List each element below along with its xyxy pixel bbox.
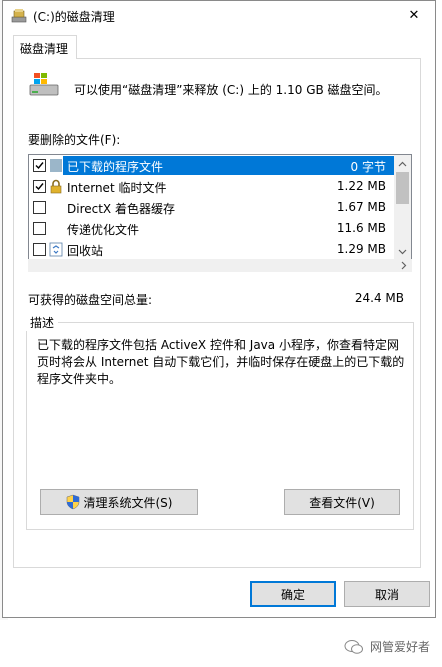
chevron-down-icon	[398, 249, 407, 254]
checkbox[interactable]	[33, 222, 46, 235]
close-icon: ✕	[408, 7, 420, 23]
total-space-value: 24.4 MB	[354, 291, 404, 305]
cancel-button[interactable]: 取消	[344, 581, 430, 607]
wechat-icon	[344, 639, 364, 655]
file-name: 传递优化文件	[67, 223, 140, 237]
checkbox[interactable]	[33, 180, 46, 193]
blank-file-icon	[49, 221, 63, 236]
disk-cleanup-window: (C:)的磁盘清理 ✕ 磁盘清理 可以使用“磁盘清理”来释放 (C:) 上的 1…	[2, 0, 436, 618]
list-item[interactable]: 回收站 1.29 MB	[29, 239, 394, 260]
scroll-right-button[interactable]	[397, 259, 410, 272]
scroll-up-button[interactable]	[394, 155, 411, 172]
clean-system-files-button[interactable]: 清理系统文件(S)	[40, 489, 198, 515]
title-bar[interactable]: (C:)的磁盘清理 ✕	[3, 1, 435, 31]
file-size: 1.29 MB	[336, 242, 386, 256]
file-name: DirectX 着色器缓存	[67, 202, 175, 216]
chevron-up-icon	[398, 161, 407, 166]
checkmark-icon	[35, 162, 44, 170]
checkmark-icon	[35, 183, 44, 191]
chevron-right-icon	[401, 261, 406, 270]
summary-text: 可以使用“磁盘清理”来释放 (C:) 上的 1.10 GB 磁盘空间。	[74, 83, 388, 97]
clean-system-files-label: 清理系统文件(S)	[83, 495, 173, 510]
list-item[interactable]: 传递优化文件 11.6 MB	[29, 218, 394, 239]
scroll-down-button[interactable]	[394, 243, 411, 260]
blank-file-icon	[49, 200, 63, 215]
file-size: 1.22 MB	[336, 179, 386, 193]
checkbox[interactable]	[33, 201, 46, 214]
file-size: 0 字节	[350, 160, 386, 174]
tab-panel: 可以使用“磁盘清理”来释放 (C:) 上的 1.10 GB 磁盘空间。 要删除的…	[13, 58, 421, 568]
close-button[interactable]: ✕	[401, 3, 427, 27]
checkbox[interactable]	[33, 159, 46, 172]
disk-cleanup-app-icon	[11, 8, 27, 24]
ok-button[interactable]: 确定	[250, 581, 336, 607]
tab-disk-cleanup[interactable]: 磁盘清理	[13, 35, 77, 59]
file-name: 回收站	[67, 244, 104, 258]
view-files-button[interactable]: 查看文件(V)	[284, 489, 400, 515]
watermark-text: 网管爱好者	[370, 640, 431, 654]
vertical-scrollbar[interactable]	[394, 155, 411, 260]
window-title: (C:)的磁盘清理	[33, 10, 115, 24]
checkbox[interactable]	[33, 243, 46, 256]
total-space-label: 可获得的磁盘空间总量:	[28, 293, 153, 307]
uac-shield-icon	[66, 494, 80, 510]
drive-icon	[28, 71, 60, 99]
watermark: 网管爱好者	[344, 638, 430, 655]
recycle-bin-icon	[49, 242, 63, 257]
description-text: 已下载的程序文件包括 ActiveX 控件和 Java 小程序，你查看特定网页时…	[37, 338, 405, 386]
file-list[interactable]: 已下载的程序文件 0 字节 Internet 临时文件 1.22 MB Dire…	[28, 154, 412, 261]
folder-icon	[49, 158, 63, 173]
files-to-delete-label: 要删除的文件(F):	[28, 133, 121, 147]
lock-icon	[49, 179, 63, 194]
file-size: 1.67 MB	[336, 200, 386, 214]
file-name: 已下载的程序文件	[67, 160, 164, 174]
list-item[interactable]: DirectX 着色器缓存 1.67 MB	[29, 197, 394, 218]
description-title: 描述	[26, 314, 59, 331]
list-item[interactable]: Internet 临时文件 1.22 MB	[29, 176, 394, 197]
list-item[interactable]: 已下载的程序文件 0 字节	[29, 155, 394, 176]
horizontal-scrollbar[interactable]	[28, 259, 412, 272]
file-size: 11.6 MB	[336, 221, 386, 235]
scroll-thumb[interactable]	[396, 172, 409, 204]
file-name: Internet 临时文件	[67, 181, 167, 195]
